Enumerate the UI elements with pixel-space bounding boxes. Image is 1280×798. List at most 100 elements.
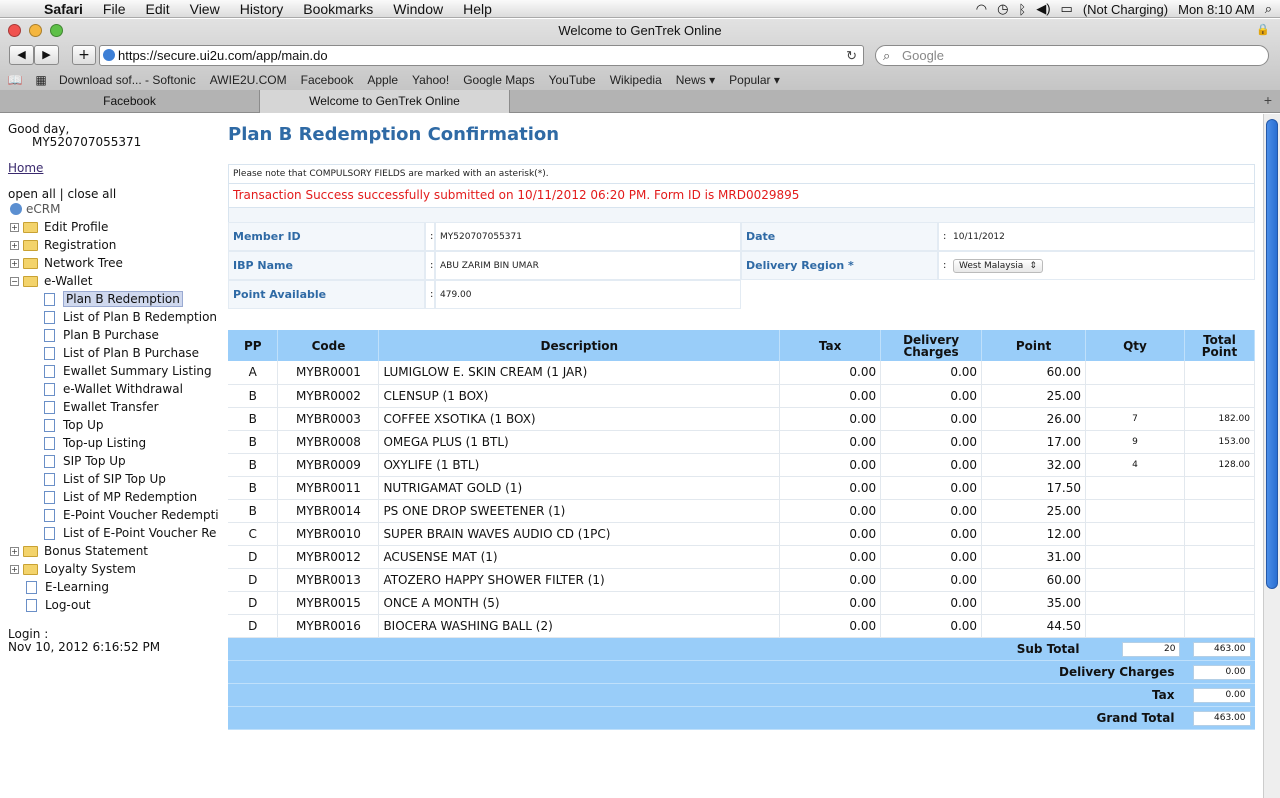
sidebar-item[interactable]: Top Up: [44, 416, 103, 434]
sidebar-item-label: List of MP Redemption: [63, 490, 198, 504]
bookmark-awie2u[interactable]: AWIE2U.COM: [203, 73, 294, 87]
sidebar-item[interactable]: + Registration: [10, 236, 116, 254]
expand-toggle-icon[interactable]: −: [10, 276, 19, 286]
new-tab-icon[interactable]: +: [1264, 92, 1272, 108]
qty-cell: [1085, 476, 1185, 500]
col-qty: Qty: [1085, 330, 1185, 361]
sidebar-item-label: Edit Profile: [44, 220, 109, 234]
point-available-value: 479.00: [440, 289, 472, 300]
pp-cell: D: [228, 614, 279, 638]
sidebar-item[interactable]: E-Learning: [26, 578, 109, 596]
folder-icon: [23, 257, 38, 269]
forward-button[interactable]: ▶: [34, 45, 59, 65]
add-bookmark-button[interactable]: +: [72, 45, 96, 65]
sidebar-item[interactable]: + Bonus Statement: [10, 542, 148, 560]
menu-edit[interactable]: Edit: [135, 1, 179, 17]
expand-toggle-icon[interactable]: +: [10, 258, 19, 268]
menu-view[interactable]: View: [180, 1, 230, 17]
sidebar-item[interactable]: List of E-Point Voucher Re: [44, 524, 216, 542]
date-label: Date: [746, 230, 776, 243]
delivery-cell: 0.00: [880, 361, 983, 385]
menu-help[interactable]: Help: [453, 1, 502, 17]
delivery-region-select[interactable]: West Malaysia ⇕: [953, 258, 1043, 273]
delivery-cell: 0.00: [880, 591, 983, 615]
bookmark-yahoo[interactable]: Yahoo!: [405, 73, 456, 87]
sidebar-item[interactable]: + Edit Profile: [10, 218, 108, 236]
clock[interactable]: Mon 8:10 AM: [1178, 2, 1255, 17]
lock-icon: 🔒: [1256, 23, 1270, 36]
sidebar-item-label: List of E-Point Voucher Re: [63, 526, 217, 540]
point-cell: 32.00: [981, 453, 1086, 477]
home-link[interactable]: Home: [8, 161, 43, 175]
expand-toggle-icon[interactable]: +: [10, 564, 19, 574]
tab-bar: Facebook Welcome to GenTrek Online +: [0, 90, 1280, 113]
bookmark-youtube[interactable]: YouTube: [542, 73, 603, 87]
sidebar-item[interactable]: List of Plan B Purchase: [44, 344, 199, 362]
tab-gentrek[interactable]: Welcome to GenTrek Online: [260, 90, 510, 113]
time-machine-icon[interactable]: ◷: [997, 1, 1008, 17]
scrollbar-thumb[interactable]: [1266, 119, 1278, 589]
sidebar-item[interactable]: Top-up Listing: [44, 434, 146, 452]
sidebar-item[interactable]: Ewallet Summary Listing: [44, 362, 212, 380]
sidebar-item[interactable]: Log-out: [26, 596, 91, 614]
battery-status[interactable]: (Not Charging): [1083, 2, 1168, 17]
tab-facebook[interactable]: Facebook: [0, 90, 260, 113]
bookmark-softonic[interactable]: Download sof... - Softonic: [52, 73, 203, 87]
sidebar-item-label: e-Wallet: [44, 274, 93, 288]
sidebar-item[interactable]: e-Wallet Withdrawal: [44, 380, 183, 398]
bookmarks-bar: 📖 ▦ Download sof... - Softonic AWIE2U.CO…: [0, 71, 1280, 89]
sidebar-item-label: E-Point Voucher Redempti: [63, 508, 219, 522]
battery-icon[interactable]: ▭: [1061, 1, 1073, 17]
sidebar-item-label: List of SIP Top Up: [63, 472, 166, 486]
bookmark-news[interactable]: News ▾: [669, 73, 722, 87]
bookmark-popular[interactable]: Popular ▾: [722, 73, 787, 87]
open-close-all[interactable]: open all | close all: [8, 187, 116, 201]
page-title: Plan B Redemption Confirmation: [228, 124, 560, 145]
vertical-scrollbar[interactable]: [1263, 114, 1280, 798]
volume-icon[interactable]: ◀): [1036, 1, 1050, 17]
member-id-value: MY520707055371: [440, 231, 522, 242]
menu-file[interactable]: File: [93, 1, 136, 17]
expand-toggle-icon[interactable]: +: [10, 546, 19, 556]
login-time: Nov 10, 2012 6:16:52 PM: [8, 640, 161, 654]
back-button[interactable]: ◀: [9, 45, 34, 65]
sidebar-item[interactable]: + Network Tree: [10, 254, 123, 272]
expand-toggle-icon[interactable]: +: [10, 240, 19, 250]
menu-history[interactable]: History: [230, 1, 294, 17]
code-cell: MYBR0015: [277, 591, 380, 615]
sidebar-item[interactable]: − e-Wallet: [10, 272, 92, 290]
tax-cell: 0.00: [779, 522, 882, 546]
bookmark-facebook[interactable]: Facebook: [294, 73, 361, 87]
sidebar-item[interactable]: SIP Top Up: [44, 452, 126, 470]
tree-root[interactable]: eCRM: [10, 200, 60, 218]
bookmark-apple[interactable]: Apple: [360, 73, 405, 87]
point-cell: 35.00: [981, 591, 1086, 615]
sidebar-item[interactable]: + Loyalty System: [10, 560, 136, 578]
expand-toggle-icon[interactable]: +: [10, 222, 19, 232]
menu-app[interactable]: Safari: [34, 1, 93, 17]
delivery-total-row: Delivery Charges 0.00: [228, 660, 1255, 684]
bookmark-google-maps[interactable]: Google Maps: [456, 73, 541, 87]
total-point-cell: [1184, 476, 1256, 500]
sidebar-item[interactable]: List of Plan B Redemption: [44, 308, 217, 326]
spotlight-icon[interactable]: ⌕: [1265, 1, 1272, 17]
search-input[interactable]: ⌕ Google: [875, 45, 1269, 66]
sidebar-item[interactable]: E-Point Voucher Redempti: [44, 506, 219, 524]
address-bar[interactable]: https://secure.ui2u.com/app/main.do ↻: [99, 45, 864, 66]
bluetooth-icon[interactable]: ᛒ: [1018, 2, 1026, 17]
wifi-icon[interactable]: ◠: [976, 1, 987, 17]
sidebar-item[interactable]: List of MP Redemption: [44, 488, 197, 506]
bookmark-wikipedia[interactable]: Wikipedia: [603, 73, 669, 87]
sidebar-item[interactable]: Plan B Purchase: [44, 326, 159, 344]
sidebar-item[interactable]: Ewallet Transfer: [44, 398, 159, 416]
sidebar-item[interactable]: List of SIP Top Up: [44, 470, 166, 488]
folder-icon: [23, 239, 38, 251]
menu-window[interactable]: Window: [383, 1, 453, 17]
top-sites-icon[interactable]: ▦: [30, 73, 52, 87]
sidebar-item[interactable]: Plan B Redemption: [44, 290, 183, 308]
tax-cell: 0.00: [779, 361, 882, 385]
grand-total-row: Grand Total 463.00: [228, 706, 1255, 730]
reload-icon[interactable]: ↻: [846, 46, 857, 65]
reading-list-icon[interactable]: 📖: [0, 73, 30, 87]
menu-bookmarks[interactable]: Bookmarks: [293, 1, 383, 17]
